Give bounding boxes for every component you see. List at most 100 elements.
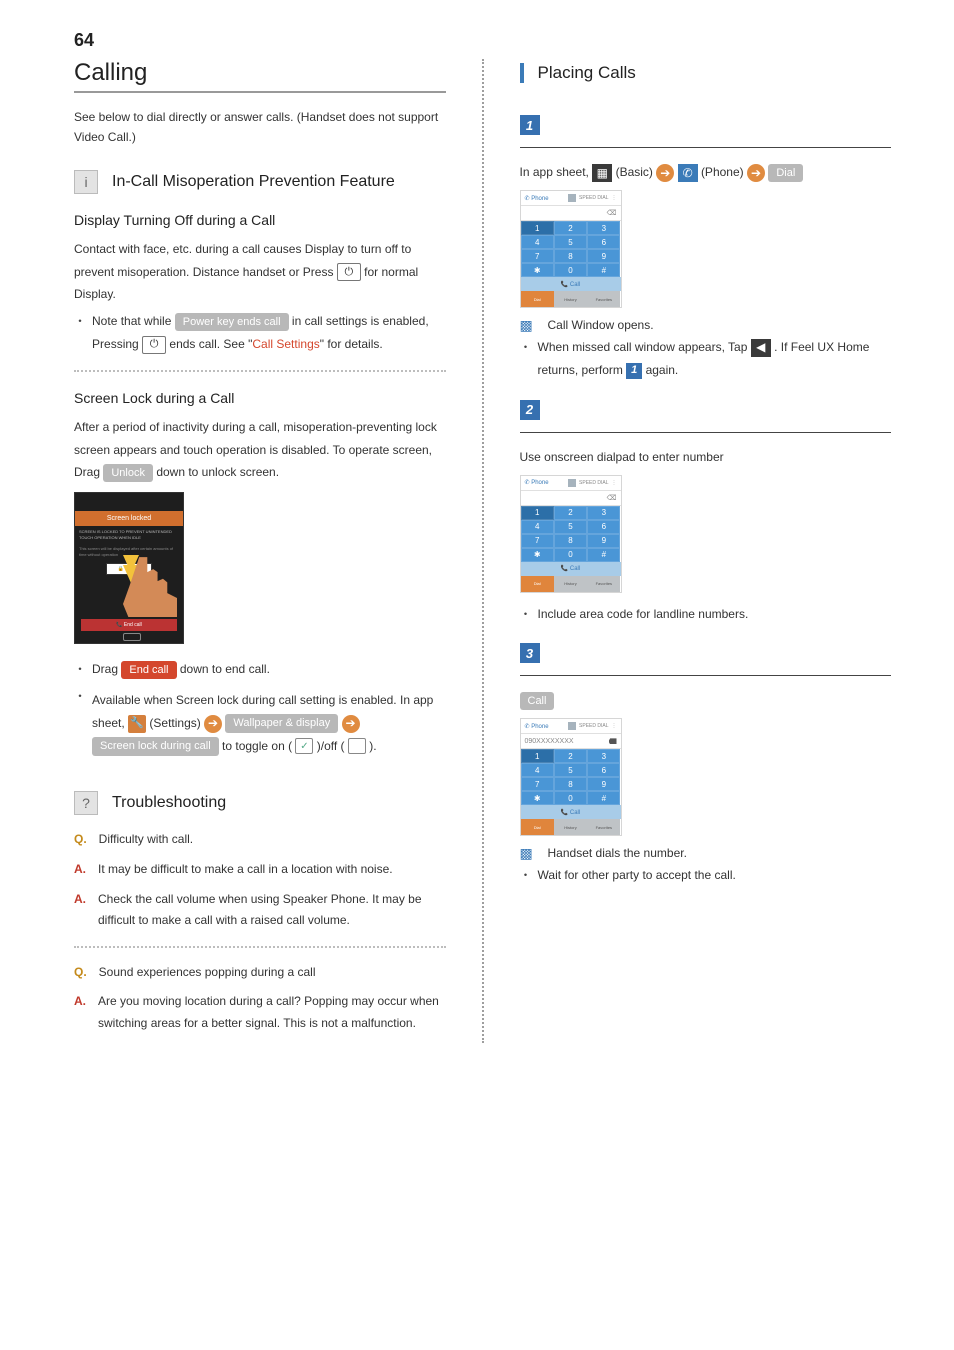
- end-call-pill: End call: [121, 661, 176, 680]
- bullet-icon: ・: [520, 336, 532, 382]
- note-row: ・ Available when Screen lock during call…: [74, 685, 446, 757]
- speed-dial-label: SPEED DIAL: [579, 195, 608, 201]
- section-placing-calls: Placing Calls: [520, 63, 892, 83]
- note-row: ・ Wait for other party to accept the cal…: [520, 864, 892, 887]
- lock-text: SCREEN IS LOCKED TO PREVENT UNINTENDED T…: [75, 526, 183, 543]
- qa-text: Difficulty with call.: [99, 829, 193, 851]
- step-1-ref: 1: [626, 363, 642, 379]
- sub-display-off: Display Turning Off during a Call: [74, 212, 446, 228]
- step-rule: [520, 147, 892, 148]
- backspace-icon: ⌫: [607, 494, 617, 502]
- q-tag: Q.: [74, 829, 87, 851]
- note-row: ・ When missed call window appears, Tap ◀…: [520, 336, 892, 382]
- step-2-line: Use onscreen dialpad to enter number: [520, 445, 892, 469]
- qa-text: Are you moving location during a call? P…: [98, 991, 446, 1034]
- wallpaper-display-pill: Wallpaper & display: [225, 714, 338, 733]
- bullet-icon: ・: [520, 603, 532, 626]
- step-2-badge: 2: [520, 400, 540, 420]
- divider: [74, 370, 446, 372]
- section-misoperation: i In-Call Misoperation Prevention Featur…: [74, 170, 446, 194]
- end-call-bar: 📞 End call: [81, 619, 177, 631]
- section-title: Troubleshooting: [112, 794, 226, 812]
- q-tag: Q.: [74, 962, 87, 984]
- qa-row: Q. Sound experiences popping during a cal…: [74, 962, 446, 984]
- text: " for details.: [320, 337, 383, 351]
- text: Wait for other party to accept the call.: [538, 864, 736, 887]
- text: Contact with face, etc. during a call ca…: [74, 242, 411, 279]
- note-row: ・ Note that while Power key ends call in…: [74, 310, 446, 356]
- dialpad-screenshot-3: ✆ PhoneSPEED DIAL⋮ 090XXXXXXXX 123 456 7…: [520, 718, 622, 836]
- text: )/off (: [317, 739, 348, 753]
- note-row: ・ Include area code for landline numbers…: [520, 603, 892, 626]
- apps-grid-icon: ▦: [592, 164, 612, 182]
- arrow-right-icon: ➔: [204, 715, 222, 733]
- text: Include area code for landline numbers.: [538, 603, 749, 626]
- text: (Basic): [616, 165, 657, 179]
- qa-row: A. Check the call volume when using Speak…: [74, 889, 446, 932]
- text: When missed call window appears, Tap: [538, 340, 751, 354]
- wrench-icon: 🔧: [128, 715, 146, 733]
- text: (Phone): [701, 165, 747, 179]
- text: again.: [646, 363, 679, 377]
- bullet-icon: ・: [74, 658, 86, 681]
- handle-icon: [123, 633, 141, 641]
- result-icon: ▩: [520, 318, 538, 332]
- arrow-right-icon: ➔: [656, 164, 674, 182]
- screen-lock-call-pill: Screen lock during call: [92, 737, 219, 756]
- text: Drag: [92, 662, 121, 676]
- step-1-badge: 1: [520, 115, 540, 135]
- call-button: 📞 Call: [521, 277, 621, 291]
- lock-screen-illustration: Screen locked SCREEN IS LOCKED TO PREVEN…: [74, 492, 184, 644]
- keypad: 123 456 789 ✱0#: [521, 221, 621, 277]
- text: ends call. See ": [169, 337, 252, 351]
- power-key-icon: ⏻: [337, 263, 361, 281]
- step-3-line: Call: [520, 688, 892, 712]
- qa-row: Q. Difficulty with call.: [74, 829, 446, 851]
- result-text: Handset dials the number.: [548, 846, 687, 860]
- text: to toggle on (: [222, 739, 295, 753]
- text: (Settings): [149, 716, 204, 730]
- divider: [74, 946, 446, 948]
- text: ).: [369, 739, 376, 753]
- text: down to unlock screen.: [156, 465, 279, 479]
- step-rule: [520, 675, 892, 676]
- step-3-badge: 3: [520, 643, 540, 663]
- result-icon: ▩: [520, 846, 538, 860]
- dial-pill: Dial: [768, 164, 803, 183]
- phone-icon: ✆: [678, 164, 698, 182]
- bullet-icon: ・: [74, 685, 86, 757]
- unlock-pill: Unlock: [103, 464, 153, 483]
- note-row: ・ Drag End call down to end call.: [74, 658, 446, 681]
- intro-text: See below to dial directly or answer cal…: [74, 107, 446, 148]
- result-text: Call Window opens.: [548, 318, 654, 332]
- call-pill: Call: [520, 692, 555, 711]
- qa-row: A.It may be difficult to make a call in …: [74, 859, 446, 881]
- backspace-icon: [609, 738, 617, 744]
- entered-number: 090XXXXXXXX: [525, 738, 574, 745]
- a-tag: A.: [74, 991, 86, 1034]
- section-troubleshooting: ? Troubleshooting: [74, 791, 446, 815]
- qa-text: Check the call volume when using Speaker…: [98, 889, 446, 932]
- arrow-right-icon: ➔: [342, 715, 360, 733]
- power-key-icon: ⏻: [142, 336, 166, 354]
- page-title: Calling: [74, 59, 446, 93]
- text: Note that while: [92, 314, 175, 328]
- a-tag: A.: [74, 859, 86, 881]
- body-text: Contact with face, etc. during a call ca…: [74, 238, 446, 306]
- call-settings-link[interactable]: Call Settings: [252, 337, 319, 351]
- text: In app sheet,: [520, 165, 593, 179]
- bullet-icon: ・: [520, 864, 532, 887]
- checkbox-off-icon: [348, 738, 366, 754]
- lock-text: This screen will be displayed after cert…: [75, 543, 183, 560]
- section-title: In-Call Misoperation Prevention Feature: [112, 173, 395, 191]
- result-row: ▩ Handset dials the number.: [520, 846, 892, 860]
- section-title: Placing Calls: [538, 63, 636, 83]
- qa-row: A. Are you moving location during a call?…: [74, 991, 446, 1034]
- qa-text: Sound experiences popping during a call: [99, 962, 316, 984]
- app-name: Phone: [531, 196, 548, 202]
- sub-screen-lock: Screen Lock during a Call: [74, 390, 446, 406]
- dialpad-screenshot-2: ✆ PhoneSPEED DIAL⋮ ⌫ 123 456 789 ✱0# 📞 C…: [520, 475, 622, 593]
- a-tag: A.: [74, 889, 86, 932]
- page-number: 64: [74, 30, 891, 51]
- power-key-ends-call-pill: Power key ends call: [175, 313, 289, 332]
